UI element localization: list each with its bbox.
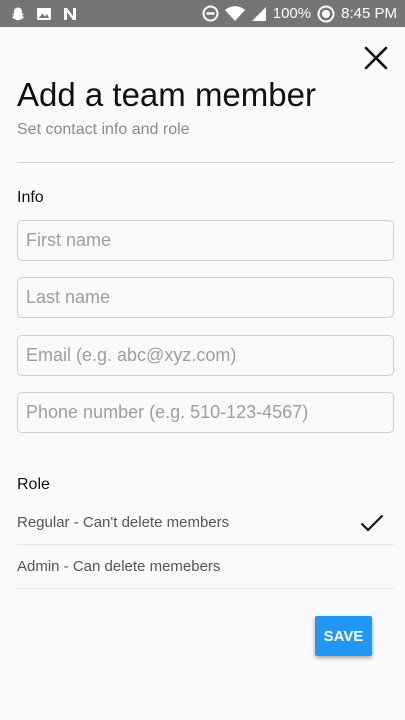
save-button[interactable]: SAVE — [315, 616, 372, 656]
do-not-disturb-icon — [202, 5, 219, 22]
first-name-input[interactable] — [17, 220, 394, 261]
email-input[interactable] — [17, 335, 394, 376]
role-option-label: Admin - Can delete memebers — [17, 558, 221, 575]
phone-input[interactable] — [17, 392, 394, 433]
page-subtitle: Set contact info and role — [17, 121, 190, 138]
snapchat-icon — [10, 6, 26, 22]
n-app-icon — [62, 6, 78, 22]
image-icon — [36, 6, 52, 22]
status-left-icons — [10, 6, 88, 22]
close-icon — [364, 46, 388, 70]
wifi-icon — [224, 5, 245, 22]
role-option-regular[interactable]: Regular - Can't delete members — [17, 501, 394, 545]
role-section-label: Role — [17, 476, 50, 493]
battery-icon — [317, 5, 335, 23]
status-bar: 100% 8:45 PM — [0, 0, 405, 27]
divider — [17, 162, 394, 163]
clock: 8:45 PM — [341, 5, 397, 22]
last-name-input[interactable] — [17, 277, 394, 318]
info-section-label: Info — [17, 189, 44, 206]
status-right-icons: 100% 8:45 PM — [196, 5, 397, 23]
battery-percent: 100% — [272, 5, 312, 22]
role-option-admin[interactable]: Admin - Can delete memebers — [17, 545, 394, 589]
checkmark-icon — [360, 514, 384, 532]
page-title: Add a team member — [17, 76, 316, 113]
signal-icon — [251, 6, 267, 22]
close-button[interactable] — [358, 40, 394, 76]
role-option-label: Regular - Can't delete members — [17, 514, 230, 531]
